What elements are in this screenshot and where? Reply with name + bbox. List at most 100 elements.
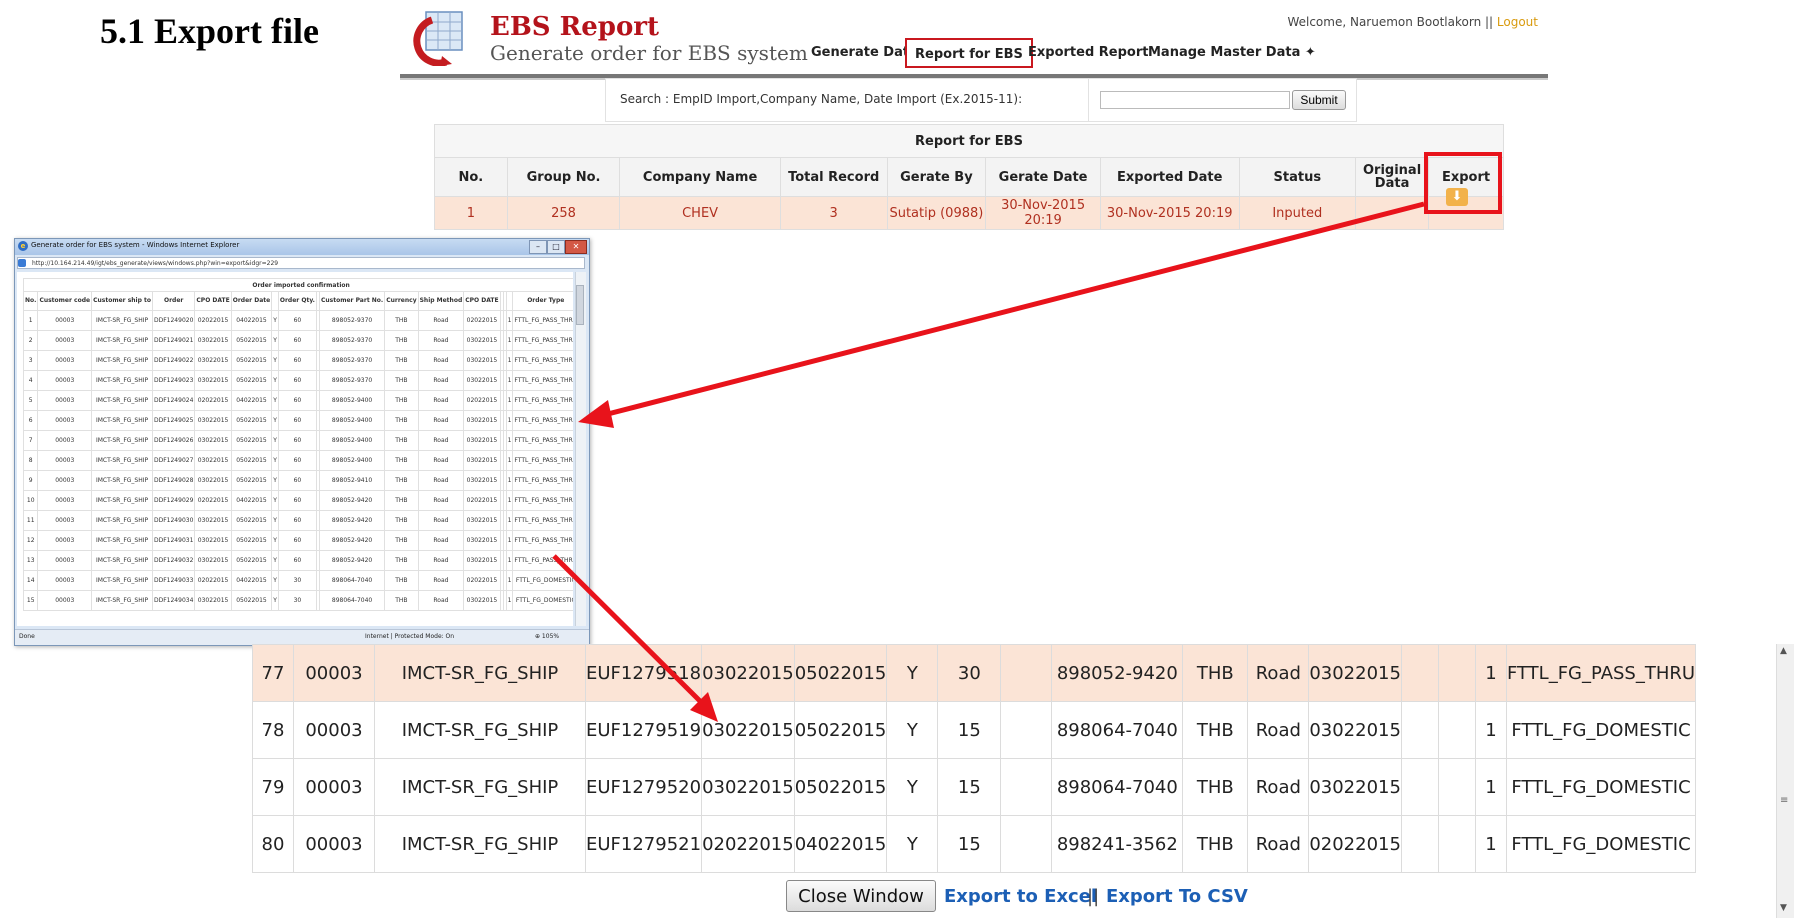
popup-window: e Generate order for EBS system - Window… (14, 238, 590, 646)
close-window-button[interactable]: Close Window (786, 880, 936, 912)
logout-link[interactable]: Logout (1497, 15, 1538, 29)
zoom-cell-line: 1 (1474, 758, 1507, 816)
scroll-grip-icon[interactable]: ≡ (1780, 795, 1788, 806)
export-csv-link[interactable]: Export To CSV (1106, 886, 1248, 907)
popup-col-customer-code: Customer code (37, 291, 93, 311)
popup-cell-ship-method: Road (417, 450, 465, 471)
popup-cell-order: DDF1249033 (151, 570, 196, 591)
popup-cell-order-type: FTTL_FG_PASS_THRU (512, 470, 573, 491)
table-row: 79 00003 IMCT-SR_FG_SHIP EUF1279520 03022015… (252, 758, 1697, 816)
nav-manage-master-data[interactable]: Manage Master Data ✦ (1140, 38, 1324, 68)
address-bar[interactable]: http://10.164.214.49/igt/ebs_generate/vi… (17, 257, 585, 269)
popup-cell-customer-ship-to: IMCT-SR_FG_SHIP (91, 370, 153, 391)
nav-report-for-ebs[interactable]: Report for EBS (905, 38, 1033, 68)
popup-col-cpo-date: CPO DATE (194, 291, 232, 311)
slide-title: 5.1 Export file (100, 11, 319, 51)
search-input[interactable] (1100, 91, 1290, 109)
popup-cell-order-qty: 60 (277, 510, 317, 531)
zoom-cell-no: 79 (252, 758, 294, 816)
zoom-cell-customer-ship-to: IMCT-SR_FG_SHIP (374, 701, 586, 759)
table-row: 10 00003 IMCT-SR_FG_SHIP DDF1249029 02022015… (22, 490, 573, 511)
app-subtitle: Generate order for EBS system (490, 41, 808, 65)
zoom-cell-customer-part-no: 898064-7040 (1051, 758, 1184, 816)
popup-cell-line: 1 (505, 530, 514, 551)
maximize-button[interactable]: □ (547, 240, 565, 254)
popup-cell-line: 1 (505, 350, 514, 371)
popup-cell-currency: THB (384, 570, 419, 591)
popup-cell-cpo-date: 02022015 (194, 490, 232, 511)
col-original-data: Original Data (1355, 157, 1430, 197)
popup-cell-no: 15 (22, 590, 39, 611)
popup-cell-order: DDF1249021 (151, 330, 196, 351)
popup-col-customer-ship-to: Customer ship to (91, 291, 153, 311)
submit-button[interactable]: Submit (1292, 90, 1346, 110)
popup-cell-order: DDF1249022 (151, 350, 196, 371)
popup-cell-line: 1 (505, 550, 514, 571)
popup-cell-currency: THB (384, 470, 419, 491)
popup-cell-order: DDF1249030 (151, 510, 196, 531)
table-row: 15 00003 IMCT-SR_FG_SHIP DDF1249034 03022015… (22, 590, 573, 611)
popup-cell-currency: THB (384, 530, 419, 551)
popup-cell-order-qty: 30 (277, 590, 317, 611)
popup-cell-order-qty: 60 (277, 450, 317, 471)
popup-cell-order-qty: 60 (277, 310, 317, 331)
popup-cell-cpo-date-2: 03022015 (463, 330, 501, 351)
popup-cell-flag: Y (271, 430, 279, 451)
zoom-cell-order: EUF1279519 (584, 701, 703, 759)
popup-cell-line: 1 (505, 370, 514, 391)
export-excel-link[interactable]: Export to Excel (944, 886, 1097, 907)
minimize-button[interactable]: – (529, 240, 547, 254)
popup-cell-cpo-date-2: 03022015 (463, 530, 501, 551)
scroll-up-icon[interactable]: ▲ (1780, 646, 1787, 656)
popup-cell-cpo-date-2: 03022015 (463, 450, 501, 471)
nav-exported-report[interactable]: Exported Report (1020, 38, 1156, 68)
report-table-container: Report for EBS No. Group No. Company Nam… (434, 124, 1506, 230)
zoom-cell-blank2 (1400, 758, 1439, 816)
popup-cell-order-type: FTTL_FG_PASS_THRU (512, 390, 573, 411)
report-table: Report for EBS No. Group No. Company Nam… (434, 124, 1504, 230)
zoom-cell-customer-code: 00003 (293, 701, 375, 759)
popup-cell-customer-ship-to: IMCT-SR_FG_SHIP (91, 490, 153, 511)
zoom-cell-order: EUF1279521 (584, 815, 703, 873)
zoom-cell-customer-part-no: 898064-7040 (1051, 701, 1184, 759)
popup-scroll-thumb[interactable] (576, 285, 584, 325)
popup-cell-no: 8 (22, 450, 39, 471)
ie-icon: e (18, 241, 28, 251)
table-row[interactable]: 1 258 CHEV 3 Sutatip (0988) 30-Nov-2015 … (434, 196, 1504, 230)
popup-cell-cpo-date: 03022015 (194, 370, 232, 391)
popup-cell-customer-ship-to: IMCT-SR_FG_SHIP (91, 590, 153, 611)
popup-cell-ship-method: Road (417, 470, 465, 491)
close-window-icon[interactable]: ✕ (565, 240, 587, 254)
zoom-cell-blank2 (1400, 701, 1439, 759)
popup-cell-order-type: FTTL_FG_DOMESTIC (512, 590, 573, 611)
popup-cell-order-date: 05022015 (230, 430, 273, 451)
popup-cell-cpo-date-2: 03022015 (463, 590, 501, 611)
popup-cell-currency: THB (384, 590, 419, 611)
scroll-down-icon[interactable]: ▼ (1780, 903, 1787, 913)
cell-group-no: 258 (506, 196, 621, 230)
download-icon[interactable]: ⬇ (1446, 188, 1468, 206)
popup-cell-flag: Y (271, 530, 279, 551)
zoom-cell-ship-method: Road (1247, 701, 1310, 759)
popup-cell-line: 1 (505, 450, 514, 471)
popup-col-customer-part-no: Customer Part No. (318, 291, 386, 311)
popup-cell-cpo-date: 02022015 (194, 570, 232, 591)
popup-cell-order: DDF1249025 (151, 410, 196, 431)
popup-cell-currency: THB (384, 390, 419, 411)
popup-cell-flag: Y (271, 350, 279, 371)
popup-cell-line: 1 (505, 390, 514, 411)
table-row: 2 00003 IMCT-SR_FG_SHIP DDF1249021 03022015 0… (22, 330, 573, 351)
popup-cell-no: 10 (22, 490, 39, 511)
popup-cell-ship-method: Road (417, 390, 465, 411)
zoom-cell-ship-method: Road (1247, 644, 1310, 702)
ebs-logo-icon (413, 11, 463, 66)
popup-cell-cpo-date: 03022015 (194, 410, 232, 431)
popup-cell-cpo-date: 03022015 (194, 450, 232, 471)
table-row: 5 00003 IMCT-SR_FG_SHIP DDF1249024 02022015 0… (22, 390, 573, 411)
table-row: 11 00003 IMCT-SR_FG_SHIP DDF1249030 03022015… (22, 510, 573, 531)
popup-scrollbar[interactable] (575, 272, 586, 626)
popup-cell-currency: THB (384, 350, 419, 371)
col-gerate-by: Gerate By (886, 157, 987, 197)
status-zoom[interactable]: ⊕ 105% (535, 630, 559, 644)
zoomed-scrollbar[interactable] (1776, 644, 1794, 918)
